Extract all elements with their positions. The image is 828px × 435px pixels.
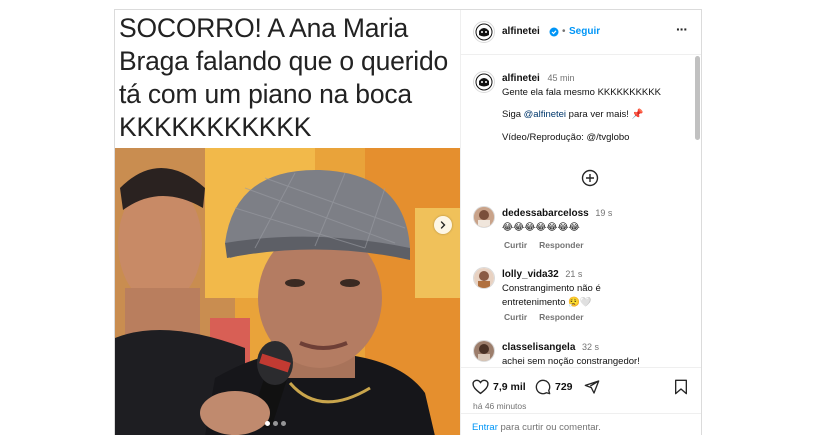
comments-scroll[interactable]: alfinetei 45 min Gente ela fala mesmo KK…	[461, 56, 701, 366]
comment-icon	[535, 379, 551, 395]
add-circle-icon[interactable]	[581, 169, 599, 187]
share-button[interactable]	[584, 379, 600, 395]
more-icon[interactable]: ···	[676, 21, 688, 37]
post-card: SOCORRO! A Ana Maria Braga falando que o…	[114, 9, 702, 435]
caption-time: 45 min	[547, 73, 575, 83]
avatar-photo-icon	[474, 207, 494, 227]
carousel-dot	[281, 421, 286, 426]
comment-username[interactable]: lolly_vida32	[502, 269, 559, 280]
comment-text: achei sem noção constrangedor!	[502, 356, 640, 366]
comment-item: classelisangela 32 s achei sem noção con…	[502, 340, 692, 366]
like-comment-button[interactable]: Curtir	[504, 312, 527, 322]
reply-button[interactable]: Responder	[539, 312, 583, 322]
verified-badge-icon	[549, 27, 559, 37]
comment-item: dedessabarceloss 19 s 😂😂😂😂😂😂😂	[502, 206, 692, 235]
avatar[interactable]	[473, 71, 495, 93]
reply-button[interactable]: Responder	[539, 240, 583, 250]
follow-button[interactable]: Seguir	[569, 26, 600, 37]
comment-button[interactable]: 729	[535, 379, 573, 395]
post-time-ago: há 46 minutos	[473, 401, 527, 411]
comment-time: 19 s	[595, 208, 613, 218]
save-button[interactable]	[674, 379, 688, 395]
header-separator: •	[562, 26, 566, 37]
bookmark-icon	[675, 379, 687, 395]
caption-line-2-suffix: para ver mais! 📌	[566, 109, 644, 120]
caption-line-2: Siga @alfinetei para ver mais! 📌	[502, 108, 692, 122]
avatar-photo-icon	[474, 268, 494, 288]
comments-count: 729	[555, 381, 573, 393]
carousel-dots	[265, 421, 286, 426]
avatar[interactable]	[473, 340, 495, 362]
avatar-logo-icon	[475, 23, 493, 41]
login-prompt-rest: para curtir ou comentar.	[497, 422, 601, 433]
post-photo[interactable]	[115, 148, 460, 435]
login-link[interactable]: Entrar	[472, 422, 498, 433]
like-button[interactable]: 7,9 mil	[472, 379, 526, 395]
carousel-dot	[273, 421, 278, 426]
login-prompt: Entrar para curtir ou comentar.	[472, 422, 601, 433]
heart-icon	[472, 379, 489, 395]
avatar-photo-icon	[474, 341, 494, 361]
caption-line-1: Gente ela fala mesmo KKKKKKKKKK	[502, 87, 661, 98]
avatar[interactable]	[473, 206, 495, 228]
share-icon	[584, 380, 600, 394]
carousel-dot	[265, 421, 270, 426]
comment-text: Constrangimento não é entretenimento 😮‍💨…	[502, 283, 601, 308]
login-footer: Entrar para curtir ou comentar.	[461, 413, 701, 435]
mention-link[interactable]: @alfinetei	[524, 109, 566, 120]
comment-actions: Curtir Responder	[504, 312, 596, 322]
scrollbar[interactable]	[695, 56, 700, 140]
post-panel: alfinetei • Seguir ··· alfinetei 45 min …	[460, 10, 701, 435]
comment-username[interactable]: dedessabarceloss	[502, 208, 589, 219]
likes-count: 7,9 mil	[493, 381, 526, 393]
comment-time: 32 s	[582, 342, 600, 352]
caption-block: alfinetei 45 min Gente ela fala mesmo KK…	[502, 71, 692, 145]
avatar-logo-icon	[475, 73, 493, 91]
comment-time: 21 s	[565, 269, 583, 279]
header-username[interactable]: alfinetei	[502, 26, 540, 37]
caption-line-2-prefix: Siga	[502, 109, 524, 120]
comment-item: lolly_vida32 21 s Constrangimento não é …	[502, 267, 692, 310]
like-comment-button[interactable]: Curtir	[504, 240, 527, 250]
comment-username[interactable]: classelisangela	[502, 342, 575, 353]
comment-actions: Curtir Responder	[504, 240, 596, 250]
next-media-button[interactable]	[434, 216, 452, 234]
chevron-right-icon	[440, 221, 446, 229]
caption-line-3: Vídeo/Reprodução: @/tvglobo	[502, 132, 630, 143]
comment-text: 😂😂😂😂😂😂😂	[502, 222, 580, 233]
photo-illustration	[115, 148, 460, 435]
avatar[interactable]	[473, 21, 495, 43]
caption-username[interactable]: alfinetei	[502, 73, 540, 84]
media-caption-text: SOCORRO! A Ana Maria Braga falando que o…	[119, 13, 449, 142]
post-header: alfinetei • Seguir ···	[461, 10, 701, 55]
avatar[interactable]	[473, 267, 495, 289]
post-media[interactable]: SOCORRO! A Ana Maria Braga falando que o…	[115, 10, 460, 435]
